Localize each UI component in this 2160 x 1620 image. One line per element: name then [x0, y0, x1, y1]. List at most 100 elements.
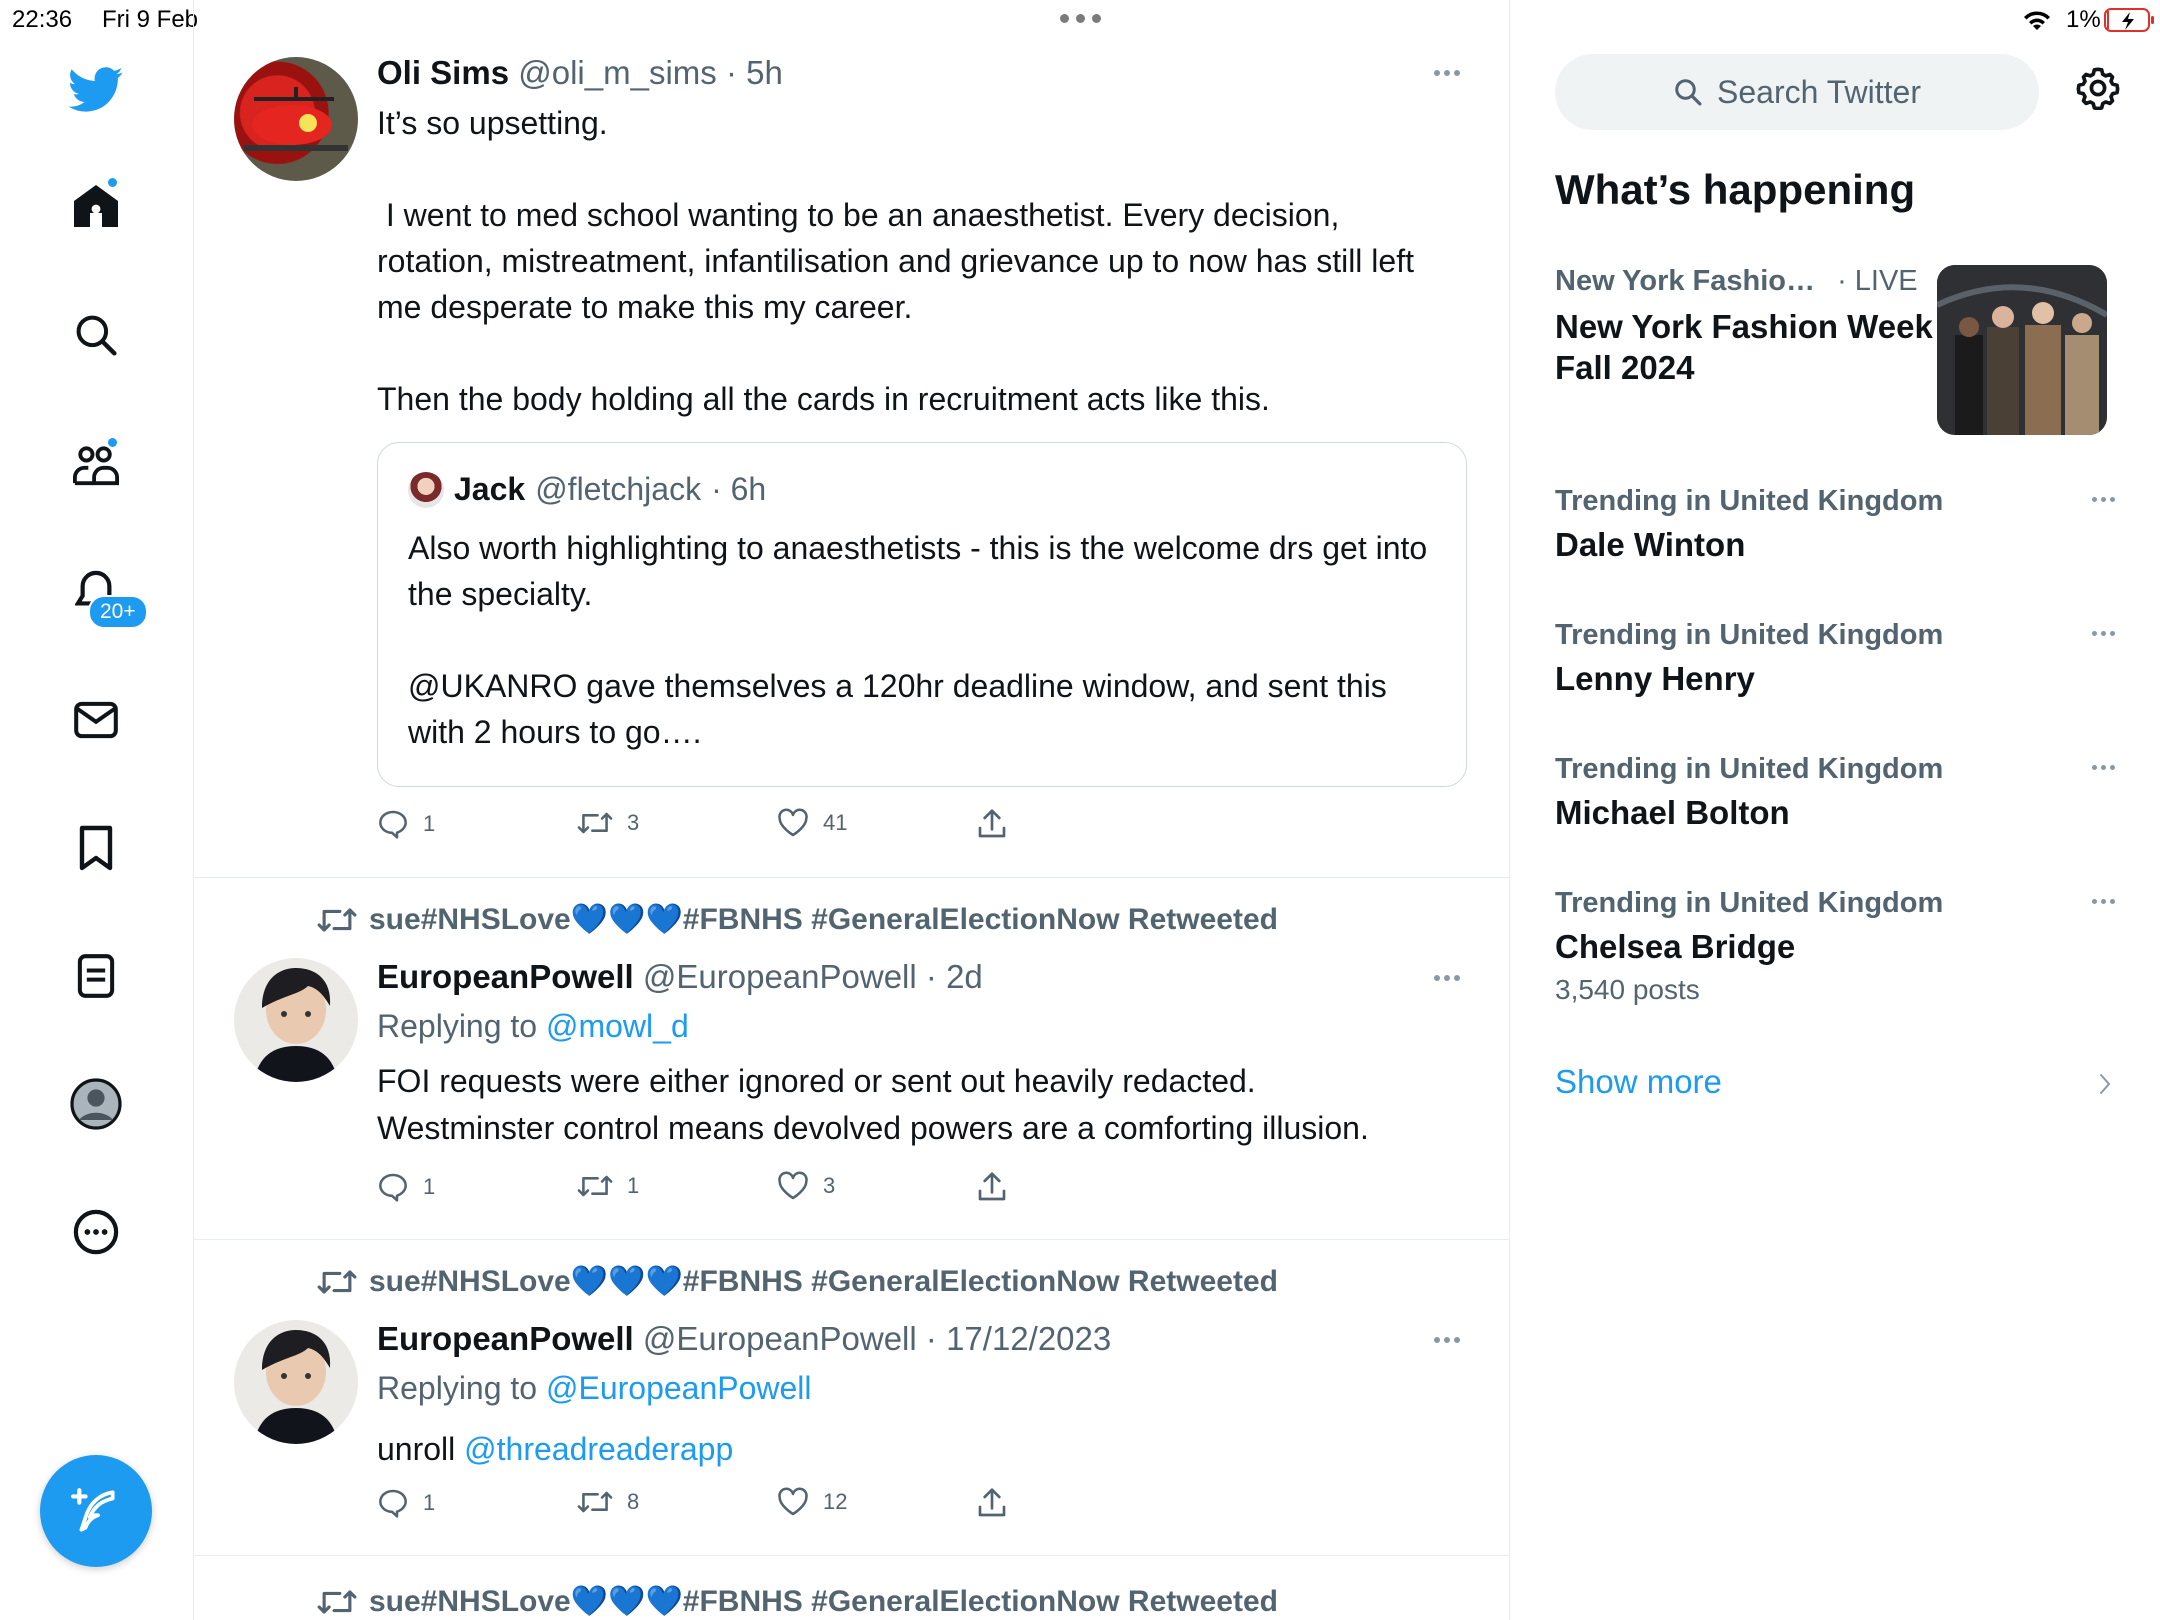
compose-tweet-button[interactable]: [40, 1455, 152, 1567]
settings-gear-icon[interactable]: [2076, 66, 2120, 110]
retweeted-by-label: sue#NHSLove💙💙💙#FBNHS #GeneralElectionNow…: [369, 1265, 1278, 1298]
quoted-tweet-text: Also worth highlighting to anaesthetists…: [408, 530, 1428, 750]
right-sidebar: Search Twitter What’s happening New York…: [1510, 0, 2160, 1620]
retweet-count: 1: [627, 1173, 640, 1198]
whats-happening-heading: What’s happening: [1555, 166, 1916, 213]
tweet-time[interactable]: · 2d: [926, 958, 983, 995]
retweet-button[interactable]: 8: [577, 1487, 639, 1517]
nav-bookmarks-icon[interactable]: [62, 814, 130, 882]
heart-icon: [778, 1487, 808, 1516]
trend-category: Trending in United Kingdom: [1555, 887, 1944, 919]
featured-trend[interactable]: New York Fashio… · LIVE New York Fashion…: [1555, 265, 1935, 388]
retweet-button[interactable]: 3: [577, 808, 639, 838]
trend-category: Trending in United Kingdom: [1555, 619, 1944, 651]
trend-item[interactable]: Trending in United Kingdom Dale Winton: [1555, 485, 2115, 564]
left-navigation: 20+: [0, 40, 193, 1620]
nav-more-icon[interactable]: [62, 1198, 130, 1266]
tweet-author-handle[interactable]: @oli_m_sims: [518, 54, 717, 91]
share-icon: [978, 809, 1006, 838]
trend-item[interactable]: Trending in United Kingdom Chelsea Bridg…: [1555, 887, 2115, 1006]
trend-title: Chelsea Bridge: [1555, 928, 1796, 965]
quoted-author-name: Jack: [454, 471, 526, 507]
reply-button[interactable]: 1: [377, 808, 435, 840]
like-count: 41: [823, 810, 848, 835]
share-icon: [978, 1172, 1006, 1201]
search-box[interactable]: Search Twitter: [1555, 54, 2039, 130]
nav-lists-icon[interactable]: [62, 942, 130, 1010]
tweet[interactable]: sue#NHSLove💙💙💙#FBNHS #GeneralElectionNow…: [194, 1240, 1510, 1556]
chevron-right-icon: [2098, 1072, 2112, 1096]
tweet-author-handle[interactable]: @EuropeanPowell: [643, 958, 917, 995]
reply-button[interactable]: 1: [377, 1171, 435, 1203]
retweet-icon: [577, 1175, 613, 1197]
trend-item[interactable]: Trending in United Kingdom Lenny Henry: [1555, 619, 2115, 698]
like-button[interactable]: 41: [777, 808, 847, 838]
tweet-author-name[interactable]: EuropeanPowell: [377, 1320, 634, 1357]
nav-search-icon[interactable]: [62, 301, 130, 369]
tweet-text-content: It’s so upsetting. I went to med school …: [377, 105, 1414, 417]
twitter-logo-icon[interactable]: [62, 56, 130, 124]
status-time: 22:36: [12, 6, 73, 33]
tweet-avatar[interactable]: [234, 958, 358, 1082]
tweet-more-icon[interactable]: [1434, 70, 1460, 76]
tweet[interactable]: Oli Sims @oli_m_sims · 5h It’s so upsett…: [194, 0, 1510, 878]
search-icon: [1675, 79, 1702, 106]
retweeted-by[interactable]: sue#NHSLove💙💙💙#FBNHS #GeneralElectionNow…: [317, 902, 1278, 937]
share-button[interactable]: [977, 1487, 1007, 1519]
tweet-author-name[interactable]: EuropeanPowell: [377, 958, 634, 995]
reply-button[interactable]: 1: [377, 1487, 435, 1519]
tweet-text: unroll: [377, 1431, 465, 1467]
feather-plus-icon: [71, 1488, 115, 1532]
tweet-time[interactable]: · 5h: [726, 54, 783, 91]
replying-to-link[interactable]: @mowl_d: [546, 1008, 689, 1044]
show-more-link[interactable]: Show more: [1555, 1063, 1722, 1101]
featured-title: New York Fashion Week Fall 2024: [1555, 308, 1933, 386]
tweet-avatar[interactable]: [234, 57, 358, 181]
trend-more-icon[interactable]: [2092, 765, 2115, 770]
nav-home-icon[interactable]: [62, 172, 130, 240]
retweet-icon: [577, 1491, 613, 1513]
notifications-badge: 20+: [88, 595, 148, 629]
quoted-tweet[interactable]: Jack @fletchjack · 6h Also worth highlig…: [377, 442, 1467, 787]
tweet-actions: 1 1 3: [377, 1171, 1277, 1211]
retweet-button[interactable]: 1: [577, 1171, 639, 1201]
reply-icon: [379, 810, 407, 839]
trend-item[interactable]: Trending in United Kingdom Michael Bolto…: [1555, 753, 2115, 832]
reply-icon: [379, 1173, 407, 1202]
retweeted-by[interactable]: sue#NHSLove💙💙💙#FBNHS #GeneralElectionNow…: [317, 1584, 1278, 1619]
tweet-more-icon[interactable]: [1434, 1337, 1460, 1343]
trend-more-icon[interactable]: [2092, 899, 2115, 904]
tweet-more-icon[interactable]: [1434, 975, 1460, 981]
replying-to-label: Replying to: [377, 1370, 538, 1406]
tweet-author-handle[interactable]: @EuropeanPowell: [643, 1320, 917, 1357]
heart-icon: [778, 808, 808, 837]
like-count: 12: [823, 1489, 848, 1514]
nav-profile-avatar[interactable]: [62, 1070, 130, 1138]
tweet-time[interactable]: · 17/12/2023: [926, 1320, 1111, 1357]
like-button[interactable]: 3: [777, 1171, 835, 1201]
tweet-mention-link[interactable]: @threadreaderapp: [464, 1431, 733, 1467]
tweet-avatar[interactable]: [234, 1320, 358, 1444]
retweet-count: 3: [627, 810, 640, 835]
tweet-actions: 1 3 41: [377, 808, 1277, 848]
nav-messages-icon[interactable]: [62, 686, 130, 754]
share-icon: [978, 1488, 1006, 1517]
featured-trend-image[interactable]: [1937, 265, 2107, 435]
tweet[interactable]: sue#NHSLove💙💙💙#FBNHS #GeneralElectionNow…: [194, 878, 1510, 1240]
trend-more-icon[interactable]: [2092, 497, 2115, 502]
reply-count: 1: [423, 1490, 436, 1515]
trend-title: Lenny Henry: [1555, 660, 1755, 697]
tweet[interactable]: sue#NHSLove💙💙💙#FBNHS #GeneralElectionNow…: [194, 1556, 1510, 1620]
tweet-author-name[interactable]: Oli Sims: [377, 54, 509, 91]
trend-more-icon[interactable]: [2092, 631, 2115, 636]
quoted-tweet-avatar: [408, 471, 444, 508]
share-button[interactable]: [977, 808, 1007, 840]
retweeted-by[interactable]: sue#NHSLove💙💙💙#FBNHS #GeneralElectionNow…: [317, 1264, 1278, 1299]
status-date: Fri 9 Feb: [102, 6, 199, 33]
quoted-tweet-time: · 6h: [711, 471, 767, 507]
like-button[interactable]: 12: [777, 1487, 847, 1517]
retweet-icon: [317, 907, 357, 932]
nav-communities-icon[interactable]: [62, 430, 130, 498]
share-button[interactable]: [977, 1171, 1007, 1203]
replying-to-link[interactable]: @EuropeanPowell: [546, 1370, 812, 1406]
